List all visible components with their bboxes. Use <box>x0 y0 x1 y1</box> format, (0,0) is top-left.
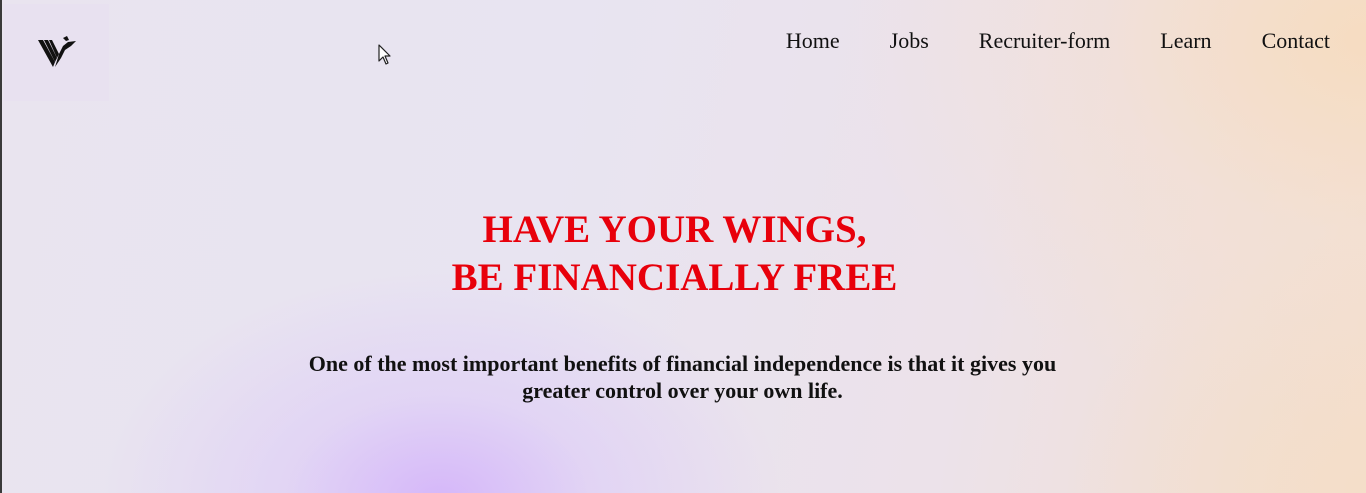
hero-title: HAVE YOUR WINGS, BE FINANCIALLY FREE <box>0 206 1349 302</box>
nav-recruiter-form-link[interactable]: Recruiter-form <box>979 26 1111 56</box>
hero-title-line-2: BE FINANCIALLY FREE <box>451 256 898 299</box>
nav-home-link[interactable]: Home <box>786 26 840 56</box>
nav-contact-link[interactable]: Contact <box>1262 26 1330 56</box>
nav-jobs-link[interactable]: Jobs <box>890 26 929 56</box>
hero-title-line-1: HAVE YOUR WINGS, <box>482 208 867 251</box>
wings-v-logo-icon <box>37 35 76 67</box>
hero-subtitle: One of the most important benefits of fi… <box>308 351 1057 403</box>
mouse-pointer-icon <box>378 44 391 65</box>
main-nav: Home Jobs Recruiter-form Learn Contact <box>736 26 1330 56</box>
site-logo[interactable] <box>4 4 109 101</box>
nav-learn-link[interactable]: Learn <box>1160 26 1211 56</box>
